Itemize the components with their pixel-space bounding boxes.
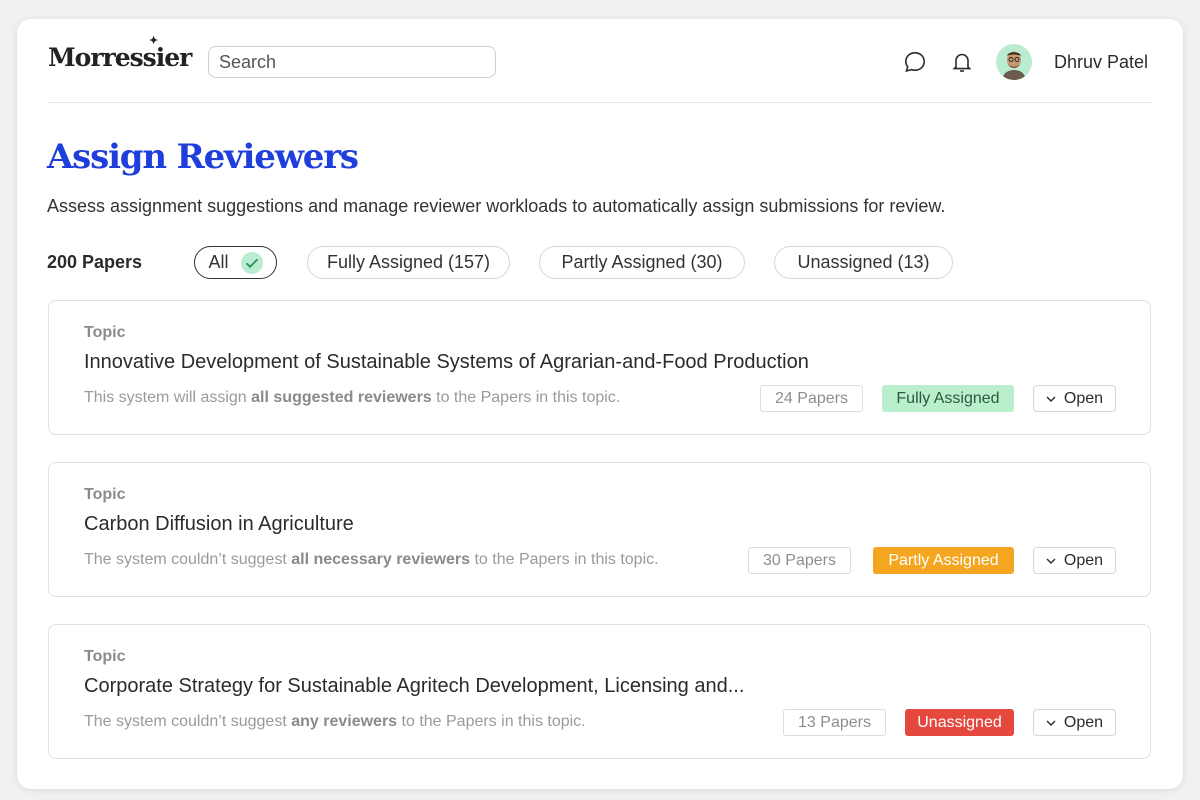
avatar[interactable] <box>996 44 1032 80</box>
bell-icon[interactable] <box>950 50 974 74</box>
open-button-label: Open <box>1063 713 1104 731</box>
logo[interactable]: Morressier ✦ <box>48 34 192 72</box>
open-button[interactable]: Open <box>1033 547 1116 574</box>
topic-label: Topic <box>84 648 126 665</box>
check-icon <box>240 251 263 274</box>
status-badge: Unassigned <box>905 709 1014 736</box>
logo-text: Morressier <box>48 43 192 72</box>
filter-chip-all[interactable]: All <box>194 246 277 279</box>
status-badge: Fully Assigned <box>882 385 1014 412</box>
search-input[interactable] <box>208 46 496 78</box>
filter-chip-fully-assigned[interactable]: Fully Assigned (157) <box>307 246 510 279</box>
chat-icon[interactable] <box>903 50 927 74</box>
user-name[interactable]: Dhruv Patel <box>1054 52 1148 73</box>
filter-chip-partly-assigned[interactable]: Partly Assigned (30) <box>539 246 745 279</box>
paper-count-badge: 24 Papers <box>760 385 863 412</box>
chevron-down-icon <box>1046 396 1056 402</box>
filter-chip-label: All <box>208 252 229 272</box>
topic-title: Corporate Strategy for Sustainable Agrit… <box>84 675 745 697</box>
filter-chip-label: Unassigned (13) <box>797 252 930 272</box>
topic-label: Topic <box>84 324 126 341</box>
topic-card: Topic Carbon Diffusion in Agriculture Th… <box>48 462 1151 597</box>
chevron-down-icon <box>1046 558 1056 564</box>
filter-chip-label: Fully Assigned (157) <box>326 252 491 272</box>
open-button[interactable]: Open <box>1033 709 1116 736</box>
page-title: Assign Reviewers <box>47 137 359 177</box>
topic-title: Innovative Development of Sustainable Sy… <box>84 351 809 373</box>
topic-card: Topic Innovative Development of Sustaina… <box>48 300 1151 435</box>
app-window: Morressier ✦ Dh <box>17 19 1183 789</box>
topic-label: Topic <box>84 486 126 503</box>
open-button-label: Open <box>1063 551 1104 569</box>
filter-chip-label: Partly Assigned (30) <box>561 252 723 272</box>
paper-count-badge: 13 Papers <box>783 709 886 736</box>
topic-description: The system couldn’t suggest any reviewer… <box>84 713 586 730</box>
logo-star-icon: ✦ <box>149 34 158 47</box>
topic-title: Carbon Diffusion in Agriculture <box>84 513 354 535</box>
top-bar: Morressier ✦ Dh <box>48 19 1152 103</box>
open-button-label: Open <box>1063 389 1104 407</box>
open-button[interactable]: Open <box>1033 385 1116 412</box>
filter-chip-unassigned[interactable]: Unassigned (13) <box>774 246 953 279</box>
chevron-down-icon <box>1046 720 1056 726</box>
topic-card: Topic Corporate Strategy for Sustainable… <box>48 624 1151 759</box>
topic-description: The system couldn’t suggest all necessar… <box>84 551 659 568</box>
paper-count-badge: 30 Papers <box>748 547 851 574</box>
page-description: Assess assignment suggestions and manage… <box>47 196 946 216</box>
paper-count: 200 Papers <box>47 252 143 272</box>
topic-description: This system will assign all suggested re… <box>84 389 621 406</box>
status-badge: Partly Assigned <box>873 547 1014 574</box>
